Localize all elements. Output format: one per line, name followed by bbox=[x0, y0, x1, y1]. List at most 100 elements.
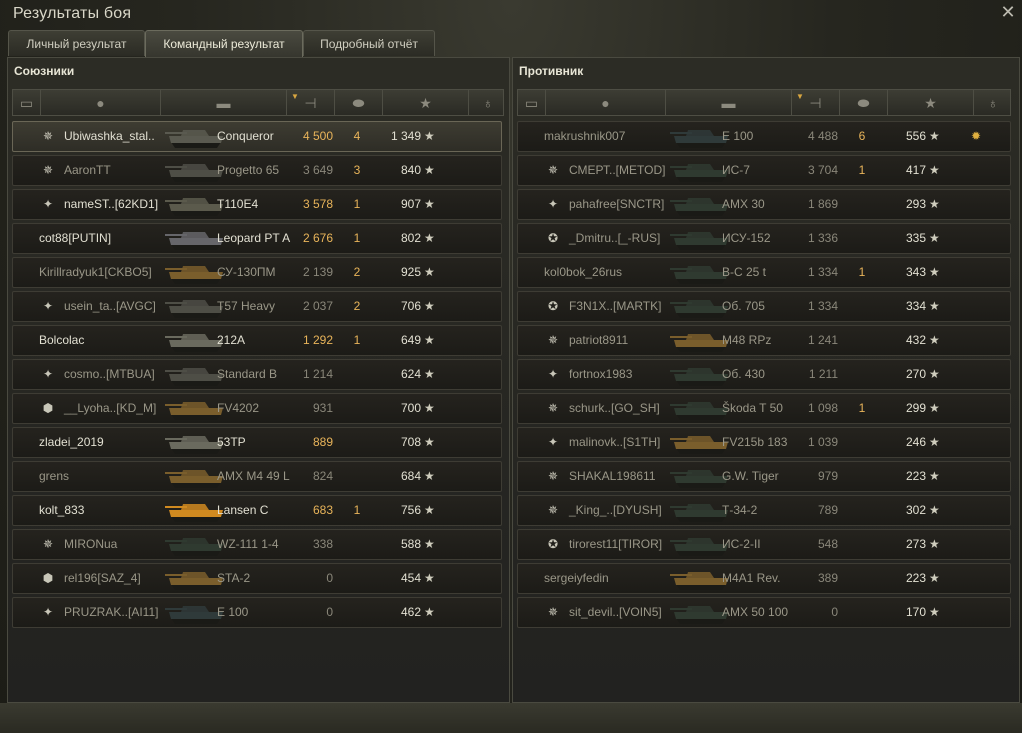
player-name[interactable]: cot88[PUTIN] bbox=[39, 224, 111, 253]
player-name[interactable]: pahafree[SNCTR] bbox=[569, 190, 664, 219]
clan-emblem-icon: ✦ bbox=[547, 197, 559, 211]
player-row[interactable]: ✵ schurk..[GO_SH] Škoda T 50 1 098 1 299 ★ bbox=[517, 393, 1011, 424]
player-name[interactable]: grens bbox=[39, 462, 69, 491]
damage-value: 4 488 bbox=[807, 129, 838, 143]
header-tank-column[interactable]: ▬ bbox=[666, 90, 792, 115]
kills-value bbox=[347, 564, 367, 593]
player-name[interactable]: sit_devil..[VOIN5] bbox=[569, 598, 662, 627]
player-name[interactable]: cosmo..[MTBUA] bbox=[64, 360, 155, 389]
header-damage-column[interactable]: ⊣ ▼ bbox=[287, 90, 335, 115]
player-name[interactable]: makrushnik007 bbox=[544, 122, 625, 151]
xp-star-icon: ★ bbox=[424, 197, 435, 211]
xp-value: 462 bbox=[400, 605, 421, 619]
player-row[interactable]: ✦ PRUZRAK..[AI11] E 100 0 462 ★ bbox=[12, 597, 502, 628]
player-row[interactable]: ✦ cosmo..[MTBUA] Standard B 1 214 624 ★ bbox=[12, 359, 502, 390]
player-name[interactable]: rel196[SAZ_4] bbox=[64, 564, 141, 593]
player-name[interactable]: patriot8911 bbox=[569, 326, 628, 355]
tank-name: M4A1 Rev. bbox=[722, 571, 781, 585]
tab-detailed-report[interactable]: Подробный отчёт bbox=[303, 30, 435, 56]
tank-name: 212A bbox=[217, 333, 246, 347]
tank-name: Škoda T 50 bbox=[722, 401, 783, 415]
player-name[interactable]: Kirillradyuk1[CKBO5] bbox=[39, 258, 152, 287]
header-squad-column[interactable]: ▭ bbox=[518, 90, 546, 115]
header-xp-star-column[interactable]: ★ bbox=[888, 90, 974, 115]
player-name[interactable]: F3N1X..[MARTK] bbox=[569, 292, 661, 321]
player-row[interactable]: ✵ AaronTT Progetto 65 3 649 3 840 ★ bbox=[12, 155, 502, 186]
header-player-column[interactable]: ● bbox=[546, 90, 666, 115]
player-name[interactable]: PRUZRAK..[AI11] bbox=[64, 598, 158, 627]
clan-emblem-icon: ✵ bbox=[547, 333, 559, 347]
player-row[interactable]: ✪ tirorest11[TIROR] ИС-2-II 548 273 ★ bbox=[517, 529, 1011, 560]
player-row[interactable]: ✪ F3N1X..[MARTK] Об. 705 1 334 334 ★ bbox=[517, 291, 1011, 322]
header-damage-column[interactable]: ⊣ ▼ bbox=[792, 90, 840, 115]
player-name[interactable]: usein_ta..[AVGC] bbox=[64, 292, 156, 321]
player-name[interactable]: schurk..[GO_SH] bbox=[569, 394, 660, 423]
xp-value: 293 bbox=[905, 197, 926, 211]
player-row[interactable]: Kirillradyuk1[CKBO5] СУ-130ПМ 2 139 2 925 ★ bbox=[12, 257, 502, 288]
header-xp-star-column[interactable]: ★ bbox=[383, 90, 469, 115]
header-player-column[interactable]: ● bbox=[41, 90, 161, 115]
kills-value bbox=[347, 530, 367, 559]
tab-team-result[interactable]: Командный результат bbox=[145, 30, 303, 57]
player-row[interactable]: ✵ _King_..[DYUSH] Т-34-2 789 302 ★ bbox=[517, 495, 1011, 526]
header-tank-column[interactable]: ▬ bbox=[161, 90, 287, 115]
player-name[interactable]: SHAKAL198611 bbox=[569, 462, 656, 491]
player-row[interactable]: ✦ fortnox1983 Об. 430 1 211 270 ★ bbox=[517, 359, 1011, 390]
clan-emblem-icon: ✵ bbox=[547, 605, 559, 619]
player-name[interactable]: tirorest11[TIROR] bbox=[569, 530, 662, 559]
player-row[interactable]: makrushnik007 E 100 4 488 6 556 ★ ✹ bbox=[517, 121, 1011, 152]
player-name[interactable]: Ubiwashka_stal.. bbox=[64, 122, 155, 151]
tab-personal-result[interactable]: Личный результат bbox=[8, 30, 145, 56]
player-name[interactable]: kol0bok_26rus bbox=[544, 258, 622, 287]
xp-value: 700 bbox=[400, 401, 421, 415]
player-row[interactable]: grens AMX M4 49 L 824 684 ★ bbox=[12, 461, 502, 492]
player-row[interactable]: ✵ Ubiwashka_stal.. Conqueror 4 500 4 1 349 ★ bbox=[12, 121, 502, 152]
header-squad-column[interactable]: ▭ bbox=[13, 90, 41, 115]
player-name[interactable]: _King_..[DYUSH] bbox=[569, 496, 662, 525]
xp-value: 246 bbox=[905, 435, 926, 449]
header-medal-column[interactable]: ♁ bbox=[974, 90, 1012, 115]
player-row[interactable]: ⬢ __Lyoha..[KD_M] FV4202 931 700 ★ bbox=[12, 393, 502, 424]
player-row[interactable]: cot88[PUTIN] Leopard PT A 2 676 1 802 ★ bbox=[12, 223, 502, 254]
header-medal-column[interactable]: ♁ bbox=[469, 90, 507, 115]
player-name[interactable]: fortnox1983 bbox=[569, 360, 632, 389]
player-name[interactable]: sergeiyfedin bbox=[544, 564, 609, 593]
player-name[interactable]: _Dmitru..[_-RUS] bbox=[569, 224, 660, 253]
xp-star-icon: ★ bbox=[929, 163, 940, 177]
player-row[interactable]: ✦ nameST..[62KD1] T110E4 3 578 1 907 ★ bbox=[12, 189, 502, 220]
player-row[interactable]: ✵ SHAKAL198611 G.W. Tiger 979 223 ★ bbox=[517, 461, 1011, 492]
player-row[interactable]: ✪ _Dmitru..[_-RUS] ИСУ-152 1 336 335 ★ bbox=[517, 223, 1011, 254]
player-row[interactable]: kolt_833 Lansen C 683 1 756 ★ bbox=[12, 495, 502, 526]
clan-emblem-icon: ✵ bbox=[42, 129, 54, 143]
damage-value: 1 334 bbox=[807, 265, 838, 279]
xp-star-icon: ★ bbox=[424, 435, 435, 449]
player-name[interactable]: zladei_2019 bbox=[39, 428, 104, 457]
player-row[interactable]: Bolcolac 212A 1 292 1 649 ★ bbox=[12, 325, 502, 356]
player-row[interactable]: ✵ patriot8911 M48 RPz 1 241 432 ★ bbox=[517, 325, 1011, 356]
player-name[interactable]: __Lyoha..[KD_M] bbox=[64, 394, 156, 423]
header-kills-column[interactable]: ⬬ bbox=[840, 90, 888, 115]
player-name[interactable]: AaronTT bbox=[64, 156, 111, 185]
player-name[interactable]: kolt_833 bbox=[39, 496, 84, 525]
player-name[interactable]: СМЕРТ..[METOD] bbox=[569, 156, 665, 185]
player-name[interactable]: nameST..[62KD1] bbox=[64, 190, 158, 219]
player-name[interactable]: malinovk..[S1TH] bbox=[569, 428, 660, 457]
xp-star-icon: ★ bbox=[424, 503, 435, 517]
player-row[interactable]: ✦ malinovk..[S1TH] FV215b 183 1 039 246 ★ bbox=[517, 427, 1011, 458]
player-row[interactable]: ⬢ rel196[SAZ_4] STA-2 0 454 ★ bbox=[12, 563, 502, 594]
player-row[interactable]: ✵ MIRONua WZ-111 1-4 338 588 ★ bbox=[12, 529, 502, 560]
player-row[interactable]: ✵ sit_devil..[VOIN5] AMX 50 100 0 170 ★ bbox=[517, 597, 1011, 628]
player-row[interactable]: sergeiyfedin M4A1 Rev. 389 223 ★ bbox=[517, 563, 1011, 594]
player-row[interactable]: ✦ pahafree[SNCTR] AMX 30 1 869 293 ★ bbox=[517, 189, 1011, 220]
player-name[interactable]: MIRONua bbox=[64, 530, 117, 559]
player-name[interactable]: Bolcolac bbox=[39, 326, 84, 355]
player-row[interactable]: ✵ СМЕРТ..[METOD] ИС-7 3 704 1 417 ★ bbox=[517, 155, 1011, 186]
damage-value: 1 292 bbox=[302, 333, 333, 347]
close-icon[interactable]: ✕ bbox=[999, 3, 1017, 21]
kills-value: 2 bbox=[353, 265, 361, 279]
player-row[interactable]: ✦ usein_ta..[AVGC] T57 Heavy 2 037 2 706 ★ bbox=[12, 291, 502, 322]
header-kills-column[interactable]: ⬬ bbox=[335, 90, 383, 115]
player-row[interactable]: kol0bok_26rus В-С 25 t 1 334 1 343 ★ bbox=[517, 257, 1011, 288]
player-row[interactable]: zladei_2019 53TP 889 708 ★ bbox=[12, 427, 502, 458]
xp-value: 624 bbox=[400, 367, 421, 381]
